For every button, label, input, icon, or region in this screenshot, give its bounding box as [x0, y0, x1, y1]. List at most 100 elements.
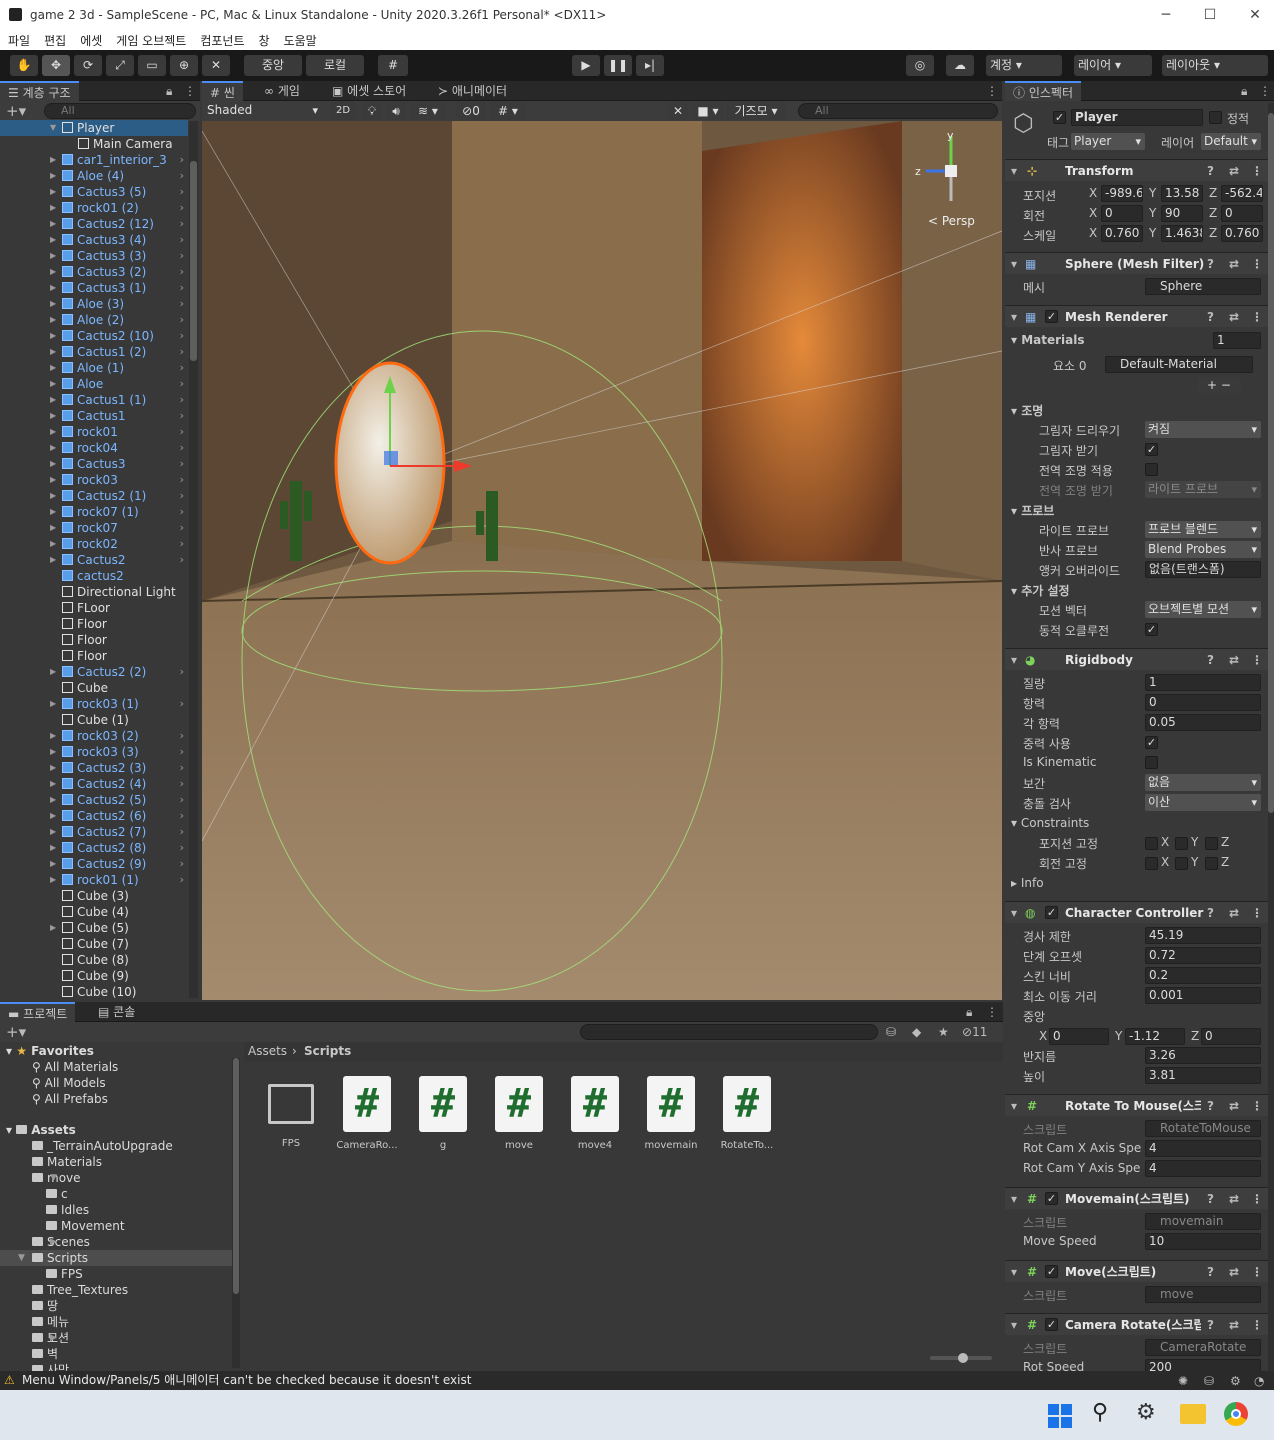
- more-icon[interactable]: ⋮: [1251, 306, 1263, 328]
- hierarchy-item[interactable]: ▶ rock04 ›: [0, 440, 188, 456]
- favorites-foldout[interactable]: ▾ ★ Favorites: [6, 1043, 94, 1059]
- center-x-field[interactable]: 0: [1049, 1028, 1109, 1045]
- scene-search-input[interactable]: All: [798, 103, 998, 119]
- open-prefab-arrow-icon[interactable]: ›: [180, 232, 184, 248]
- reflection-probes-dropdown[interactable]: Blend Probes: [1145, 541, 1261, 558]
- project-folder[interactable]: 땅: [32, 1298, 58, 1314]
- hierarchy-item[interactable]: Cube (4): [0, 904, 188, 920]
- menu-file[interactable]: 파일: [0, 30, 36, 49]
- audio-toggle-icon[interactable]: 🔊︎: [386, 102, 406, 120]
- help-icon[interactable]: ?: [1207, 306, 1214, 328]
- rigidbody-component-header[interactable]: ▾ ◕ Rigidbody ? ⇄ ⋮: [1005, 648, 1269, 670]
- lighting-toggle-icon[interactable]: 💡︎: [362, 102, 382, 120]
- project-folder[interactable]: ▼ move: [32, 1170, 81, 1186]
- movemain-script-field[interactable]: movemain: [1145, 1213, 1261, 1230]
- add-icon[interactable]: +▾: [6, 1023, 26, 1041]
- meshrenderer-component-header[interactable]: ▾ ▦ ✓ Mesh Renderer ? ⇄ ⋮: [1005, 305, 1269, 327]
- freeze-rot-z[interactable]: [1205, 857, 1218, 870]
- camerarotate-script-field[interactable]: CameraRotate: [1145, 1339, 1261, 1356]
- preset-icon[interactable]: ⇄: [1229, 1095, 1239, 1117]
- movemain-enabled-checkbox[interactable]: ✓: [1045, 1192, 1058, 1205]
- freeze-rot-x[interactable]: [1145, 857, 1158, 870]
- project-folder[interactable]: _TerrainAutoUpgrade: [32, 1138, 173, 1154]
- pos-y-field[interactable]: 13.58: [1161, 185, 1203, 202]
- asset-item[interactable]: # movemain: [636, 1076, 706, 1151]
- expand-arrow-icon[interactable]: ▶: [50, 152, 56, 168]
- asset-item[interactable]: # CameraRo...: [332, 1076, 402, 1151]
- expand-arrow-icon[interactable]: ▶: [50, 344, 56, 360]
- expand-arrow-icon[interactable]: ▶: [50, 824, 56, 840]
- hierarchy-item[interactable]: ▶ car1_interior_3 ›: [0, 152, 188, 168]
- expand-arrow-icon[interactable]: ▶: [50, 776, 56, 792]
- expand-arrow-icon[interactable]: ▶: [50, 392, 56, 408]
- additional-settings-foldout[interactable]: ▾ 추가 설정: [1011, 582, 1070, 599]
- menu-assets[interactable]: 에셋: [72, 30, 108, 49]
- help-icon[interactable]: ?: [1207, 253, 1214, 275]
- lock-icon[interactable]: 🔒︎: [166, 84, 172, 99]
- camera-dropdown-icon[interactable]: ■ ▾: [692, 102, 724, 120]
- hierarchy-item[interactable]: ▶ Cactus3 ›: [0, 456, 188, 472]
- layout-dropdown[interactable]: 레이아웃 ▾: [1162, 55, 1268, 76]
- static-checkbox[interactable]: [1209, 111, 1222, 124]
- rot-cam-x-field[interactable]: 4: [1145, 1140, 1261, 1157]
- breadcrumb-scripts[interactable]: Scripts: [304, 1044, 351, 1058]
- chrome-icon[interactable]: [1224, 1402, 1248, 1426]
- hierarchy-item[interactable]: Floor: [0, 632, 188, 648]
- project-folder[interactable]: 메뉴: [32, 1314, 69, 1330]
- camerarotate-enabled-checkbox[interactable]: ✓: [1045, 1318, 1058, 1331]
- expand-arrow-icon[interactable]: ▶: [50, 312, 56, 328]
- preset-icon[interactable]: ⇄: [1229, 1261, 1239, 1283]
- help-icon[interactable]: ?: [1207, 1314, 1214, 1336]
- expand-arrow-icon[interactable]: ▶: [50, 264, 56, 280]
- add-icon[interactable]: +▾: [6, 102, 26, 120]
- shading-mode-dropdown[interactable]: Shaded: [204, 102, 322, 119]
- lighting-foldout[interactable]: ▾ 조명: [1011, 402, 1043, 419]
- lock-icon[interactable]: 🔒︎: [1241, 84, 1247, 99]
- rotatetomouse-script-field[interactable]: RotateToMouse: [1145, 1120, 1261, 1137]
- center-y-field[interactable]: -1.12: [1125, 1028, 1185, 1045]
- filter-label-icon[interactable]: ◆: [912, 1025, 921, 1039]
- account-dropdown[interactable]: 계정 ▾: [986, 55, 1062, 76]
- open-prefab-arrow-icon[interactable]: ›: [180, 760, 184, 776]
- rot-z-field[interactable]: 0: [1221, 205, 1263, 222]
- expand-arrow-icon[interactable]: ▶: [50, 408, 56, 424]
- expand-arrow-icon[interactable]: ▼: [50, 1170, 57, 1186]
- expand-arrow-icon[interactable]: ▶: [50, 552, 56, 568]
- project-folder[interactable]: Materials: [32, 1154, 102, 1170]
- skin-width-field[interactable]: 0.2: [1145, 967, 1261, 984]
- hierarchy-item[interactable]: ▶ rock03 ›: [0, 472, 188, 488]
- hierarchy-item[interactable]: ▶ Cactus2 (7) ›: [0, 824, 188, 840]
- cache-icon[interactable]: ⛁: [1204, 1372, 1214, 1391]
- more-icon[interactable]: ⋮: [1251, 1188, 1263, 1210]
- center-z-field[interactable]: 0: [1201, 1028, 1261, 1045]
- scale-y-field[interactable]: 1.4638: [1161, 225, 1203, 242]
- expand-arrow-icon[interactable]: ▶: [50, 504, 56, 520]
- expand-arrow-icon[interactable]: ▶: [50, 856, 56, 872]
- preset-icon[interactable]: ⇄: [1229, 160, 1239, 182]
- tab-asset-store[interactable]: ▣ 에셋 스토어: [324, 81, 414, 101]
- preset-icon[interactable]: ⇄: [1229, 649, 1239, 671]
- add-remove-material-buttons[interactable]: + −: [1197, 377, 1241, 393]
- settings-gear-icon[interactable]: ⚙: [1136, 1400, 1156, 1425]
- hierarchy-item[interactable]: Main Camera: [0, 136, 188, 152]
- open-prefab-arrow-icon[interactable]: ›: [180, 424, 184, 440]
- hierarchy-item[interactable]: Cube (3): [0, 888, 188, 904]
- assets-foldout[interactable]: ▾ Assets: [6, 1122, 76, 1138]
- expand-arrow-icon[interactable]: ▶: [50, 536, 56, 552]
- project-folder[interactable]: FPS: [46, 1266, 83, 1282]
- hierarchy-item[interactable]: Directional Light: [0, 584, 188, 600]
- gizmos-dropdown[interactable]: 기즈모 ▾: [726, 102, 786, 120]
- open-prefab-arrow-icon[interactable]: ›: [180, 840, 184, 856]
- grid-snap-icon[interactable]: #: [378, 55, 408, 76]
- expand-arrow-icon[interactable]: ▶: [50, 424, 56, 440]
- asset-item[interactable]: # move: [484, 1076, 554, 1151]
- fav-all-prefabs[interactable]: ⚲ All Prefabs: [32, 1091, 108, 1107]
- minimize-button[interactable]: ─: [1155, 4, 1177, 26]
- tab-inspector[interactable]: ⓘ 인스펙터: [1005, 81, 1081, 101]
- hierarchy-item[interactable]: Cube: [0, 680, 188, 696]
- scene-viewport[interactable]: y z < Persp: [202, 121, 1002, 1000]
- receive-gi-dropdown[interactable]: 라이트 프로브: [1145, 481, 1261, 498]
- step-offset-field[interactable]: 0.72: [1145, 947, 1261, 964]
- pos-z-field[interactable]: -562.4: [1221, 185, 1263, 202]
- fav-all-materials[interactable]: ⚲ All Materials: [32, 1059, 118, 1075]
